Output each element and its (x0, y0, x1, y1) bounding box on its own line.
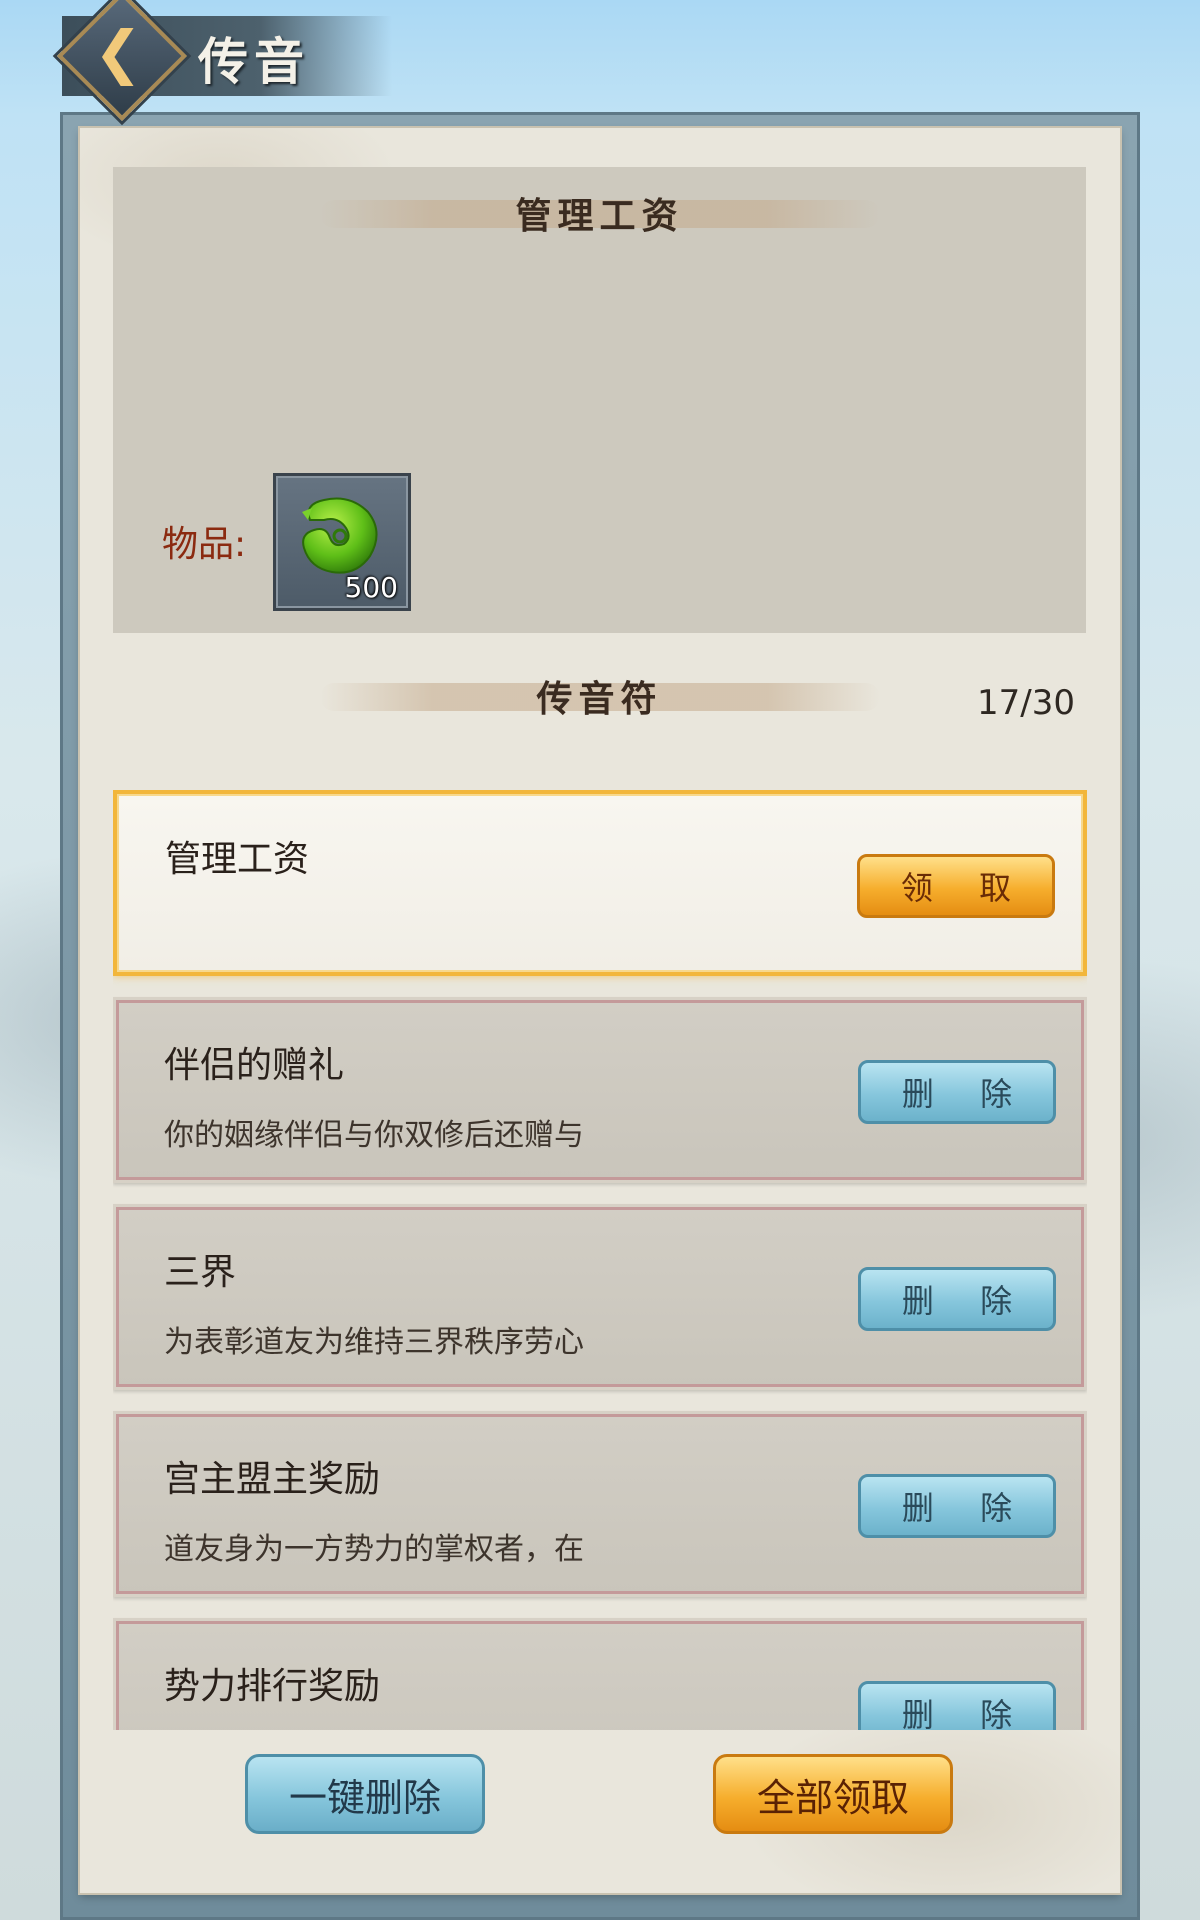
mail-desc: 为表彰道友为维持三界秩序劳心 (164, 1325, 584, 1360)
mail-title: 管理工资 (165, 839, 310, 880)
delete-all-button[interactable]: 一键删除 (245, 1754, 485, 1834)
mail-item[interactable]: 三界 为表彰道友为维持三界秩序劳心 删 除 (113, 1204, 1087, 1390)
items-label: 物品: (162, 524, 247, 565)
page-title: 传音 (198, 32, 310, 91)
mail-title: 伴侣的赠礼 (164, 1045, 345, 1086)
back-chevron-icon[interactable]: ❮ (86, 20, 150, 84)
delete-button[interactable]: 删 除 (858, 1060, 1056, 1124)
delete-button[interactable]: 删 除 (858, 1474, 1056, 1538)
mail-item[interactable]: 管理工资 领 取 (113, 790, 1087, 976)
reward-panel-title-text: 管理工资 (515, 195, 684, 237)
mail-title: 势力排行奖励 (164, 1666, 381, 1707)
mail-desc: 你的姻缘伴侣与你双修后还赠与 (164, 1118, 584, 1153)
mail-item[interactable]: 伴侣的赠礼 你的姻缘伴侣与你双修后还赠与 删 除 (113, 997, 1087, 1183)
claim-all-button[interactable]: 全部领取 (713, 1754, 953, 1834)
mail-list[interactable]: 管理工资 领 取 伴侣的赠礼 你的姻缘伴侣与你双修后还赠与 删 除 三界 为表彰… (113, 790, 1087, 1730)
mail-item[interactable]: 宫主盟主奖励 道友身为一方势力的掌权者，在 删 除 (113, 1411, 1087, 1597)
mail-title: 宫主盟主奖励 (164, 1459, 381, 1500)
mail-section-title-text: 传音符 (536, 678, 663, 720)
mail-title: 三界 (164, 1252, 237, 1293)
jade-dragon-icon (302, 497, 378, 574)
delete-button[interactable]: 删 除 (858, 1681, 1056, 1730)
mail-count: 17/30 (977, 683, 1075, 723)
mail-item[interactable]: 势力排行奖励 删 除 (113, 1618, 1087, 1730)
claim-button[interactable]: 领 取 (857, 854, 1055, 918)
mail-desc: 道友身为一方势力的掌权者，在 (164, 1532, 584, 1567)
item-slot[interactable]: 500 (273, 473, 411, 611)
mail-section-title: 传音符 (113, 671, 1086, 721)
item-quantity: 500 (344, 571, 398, 604)
reward-panel-title: 管理工资 (113, 188, 1086, 238)
delete-button[interactable]: 删 除 (858, 1267, 1056, 1331)
